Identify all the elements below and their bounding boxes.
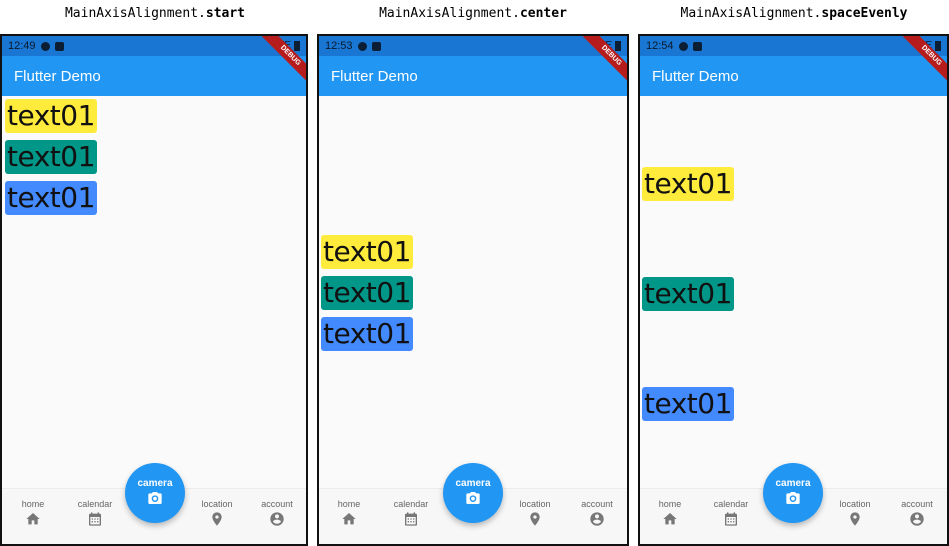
sim-icon [371,41,381,51]
nav-home[interactable]: home [645,499,695,527]
location-pin-icon [850,512,860,526]
camera-icon [148,492,162,504]
calendar-icon [725,512,737,526]
caption-value: spaceEvenly [821,6,908,21]
text-chip-blue: text01 [321,317,413,351]
nav-label: account [261,499,293,509]
battery-icon [294,40,300,51]
nav-label: calendar [393,499,429,509]
home-icon [26,513,40,525]
notification-icon [357,41,367,51]
location-pin-icon [530,512,540,526]
nav-account[interactable]: account [572,499,622,527]
nav-location[interactable]: location [510,499,560,527]
nav-calendar[interactable]: calendar [70,499,120,527]
notification-icon [678,41,688,51]
text-chip-teal: text01 [5,140,97,174]
status-bar: 12:49 LTE [2,36,306,56]
location-pin-icon [212,512,222,526]
caption-value: center [519,6,567,21]
camera-fab[interactable]: camera [763,463,823,523]
app-bar: Flutter Demo [319,56,627,96]
nav-calendar[interactable]: calendar [386,499,436,527]
camera-icon [786,492,800,504]
nav-label: home [21,499,45,509]
text-chip-yellow: text01 [5,99,97,133]
caption-prefix: MainAxisAlignment. [680,6,822,21]
nav-label: account [581,499,613,509]
nav-label: home [658,499,682,509]
sim-icon [692,41,702,51]
calendar-icon [405,512,417,526]
caption-value: start [205,6,246,21]
home-icon [342,513,356,525]
text-chip-yellow: text01 [321,235,413,269]
status-time: 12:53 [325,40,353,52]
caption-prefix: MainAxisAlignment. [64,6,206,21]
status-bar: 12:53 LTE [319,36,627,56]
nav-calendar[interactable]: calendar [706,499,756,527]
battery-icon [935,40,941,51]
camera-fab[interactable]: camera [125,463,185,523]
nav-label: calendar [77,499,113,509]
sim-icon [54,41,64,51]
notification-icon [40,41,50,51]
home-icon [663,513,677,525]
nav-label: location [519,499,551,509]
nav-home[interactable]: home [324,499,374,527]
nav-location[interactable]: location [192,499,242,527]
battery-icon [615,40,621,51]
text-chip-teal: text01 [642,277,734,311]
text-chip-yellow: text01 [642,167,734,201]
nav-account[interactable]: account [252,499,302,527]
app-bar: Flutter Demo [2,56,306,96]
status-time: 12:54 [646,40,674,52]
nav-account[interactable]: account [892,499,942,527]
app-bar: Flutter Demo [640,56,947,96]
fab-label: camera [455,478,491,489]
phone-start: 12:49 LTE Flutter Demo DEBUG text01 text… [0,34,308,546]
text-chip-teal: text01 [321,276,413,310]
nav-label: account [901,499,933,509]
nav-label: location [839,499,871,509]
nav-label: calendar [713,499,749,509]
nav-label: location [201,499,233,509]
text-chip-blue: text01 [642,387,734,421]
status-bar: 12:54 LTE [640,36,947,56]
nav-label: home [337,499,361,509]
account-circle-icon [270,512,284,526]
app-title: Flutter Demo [14,67,101,85]
phone-center: 12:53 LTE Flutter Demo DEBUG text01 text… [317,34,629,546]
text-chip-blue: text01 [5,181,97,215]
caption-spaceevenly: MainAxisAlignment.spaceEvenly [639,6,949,26]
phone-spaceevenly: 12:54 LTE Flutter Demo DEBUG text01 text… [638,34,949,546]
caption-start: MainAxisAlignment.start [2,6,308,26]
app-title: Flutter Demo [331,67,418,85]
caption-center: MainAxisAlignment.center [318,6,628,26]
calendar-icon [89,512,101,526]
app-title: Flutter Demo [652,67,739,85]
camera-fab[interactable]: camera [443,463,503,523]
caption-prefix: MainAxisAlignment. [379,6,520,21]
fab-label: camera [775,478,811,489]
status-time: 12:49 [8,40,36,52]
account-circle-icon [910,512,924,526]
nav-home[interactable]: home [8,499,58,527]
camera-icon [466,492,480,504]
account-circle-icon [590,512,604,526]
nav-location[interactable]: location [830,499,880,527]
fab-label: camera [137,478,173,489]
